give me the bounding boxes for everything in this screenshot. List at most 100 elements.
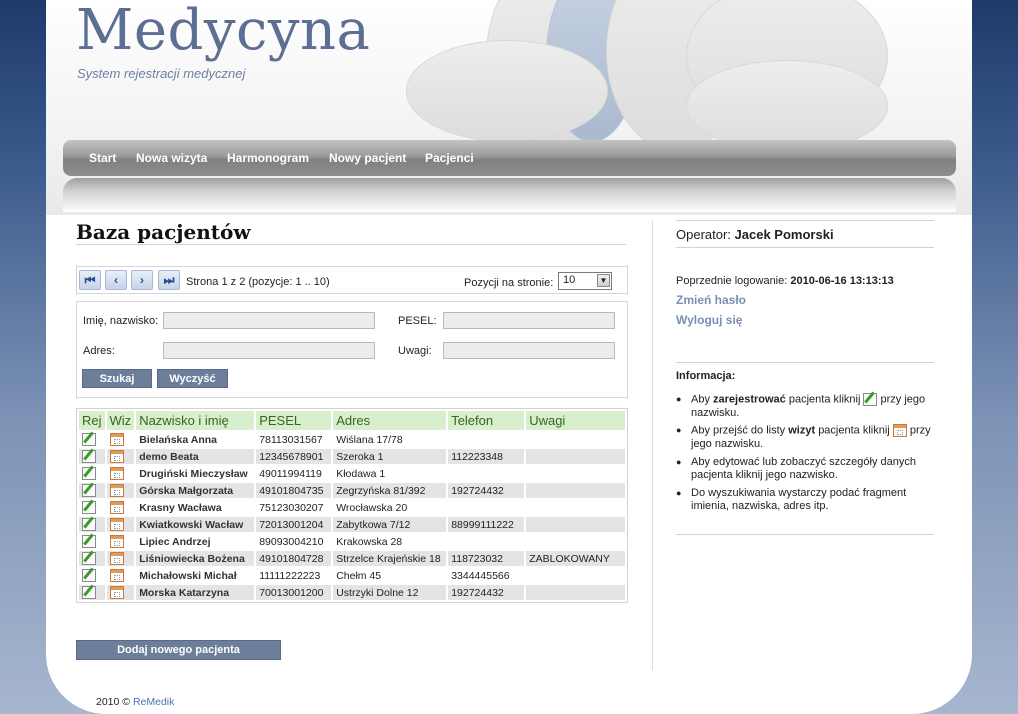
last-login: Poprzednie logowanie: 2010-06-16 13:13:1… [676, 275, 894, 287]
cell-notes [526, 432, 625, 447]
cell-phone: 192724432 [448, 483, 525, 498]
nav-new-visit[interactable]: Nowa wizyta [136, 151, 207, 165]
name-label: Imię, nazwisko: [83, 315, 159, 327]
cell-name[interactable]: Bielańska Anna [136, 432, 254, 447]
cell-visits [106, 449, 135, 464]
cell-phone [448, 432, 524, 447]
operator-name: Jacek Pomorski [734, 227, 834, 242]
cell-register [79, 534, 105, 549]
main-nav: Start Nowa wizyta Harmonogram Nowy pacje… [63, 140, 956, 176]
visits-list-icon[interactable] [109, 569, 124, 582]
visits-list-icon[interactable] [109, 450, 124, 463]
cell-visits [107, 466, 135, 481]
cell-address: Wiślana 17/78 [336, 433, 403, 446]
info-top-divider [676, 362, 934, 363]
address-label: Adres: [83, 345, 115, 357]
info-item-register: Aby zarejestrować pacjenta kliknij przy … [676, 393, 938, 420]
cell-name[interactable]: Lipiec Andrzej [136, 534, 254, 549]
change-password-link[interactable]: Zmień hasło [676, 293, 746, 307]
register-visit-icon[interactable] [82, 484, 96, 497]
operator-divider [676, 247, 934, 248]
name-input[interactable] [163, 312, 375, 329]
table-row: Liśniowiecka Bożena 49101804728 Strzelce K… [79, 551, 625, 566]
site-title: Medycyna [76, 0, 371, 63]
cell-visits [107, 432, 135, 447]
info-title: Informacja: [676, 370, 736, 382]
prev-page-button[interactable]: ‹ [105, 270, 127, 290]
add-patient-button[interactable]: Dodaj nowego pacjenta [76, 640, 281, 660]
cell-name[interactable]: demo Beata [136, 449, 255, 464]
last-page-button[interactable]: ⏭ [158, 270, 180, 290]
footer-link[interactable]: ReMedik [133, 696, 174, 708]
operator-info: Operator: Jacek Pomorski [676, 227, 834, 242]
cell-notes [526, 449, 625, 464]
nav-schedule[interactable]: Harmonogram [227, 151, 309, 165]
clear-button[interactable]: Wyczyść [157, 369, 228, 388]
info-item-visits: Aby przejść do listy wizyt pacjenta klik… [676, 424, 938, 451]
visits-list-icon[interactable] [109, 518, 124, 531]
cell-notes [526, 483, 625, 498]
cell-visits [106, 483, 135, 498]
patients-table: Rej Wiz Nazwisko i imię PESEL Adres Tele… [76, 408, 628, 603]
cell-name[interactable]: Kwiatkowski Wacław [136, 517, 255, 532]
cell-name[interactable]: Morska Katarzyna [136, 585, 255, 600]
cell-visits [106, 585, 135, 600]
nav-start[interactable]: Start [89, 151, 116, 165]
col-register: Rej [79, 411, 105, 430]
register-visit-icon[interactable] [82, 518, 96, 531]
register-visit-icon[interactable] [82, 535, 96, 548]
pesel-input[interactable] [443, 312, 615, 329]
cell-pesel: 89093004210 [259, 535, 324, 548]
chevron-down-icon: ▼ [597, 274, 610, 287]
register-visit-icon[interactable] [82, 501, 96, 514]
cell-pesel: 49011994119 [259, 467, 322, 480]
cell-phone: 3344445566 [451, 569, 510, 582]
register-visit-icon[interactable] [82, 552, 96, 565]
visits-list-icon[interactable] [109, 467, 124, 480]
per-page-label: Pozycji na stronie: [464, 277, 554, 289]
cell-name[interactable]: Michałowski Michał [136, 568, 254, 583]
register-visit-icon[interactable] [82, 450, 96, 463]
visits-list-icon[interactable] [109, 552, 124, 565]
address-input[interactable] [163, 342, 375, 359]
cell-visits [107, 534, 135, 549]
notes-input[interactable] [443, 342, 615, 359]
first-page-button[interactable]: ⏮ [79, 270, 101, 290]
operator-label: Operator: [676, 227, 731, 242]
cell-address: Strzelce Krajeńskie 18 [333, 551, 447, 566]
cell-name[interactable]: Drugiński Mieczysław [136, 466, 254, 481]
visits-list-icon[interactable] [109, 433, 124, 446]
cell-register [79, 585, 105, 600]
cell-notes [526, 568, 625, 583]
cell-pesel: 12345678901 [256, 449, 332, 464]
visits-list-icon[interactable] [109, 586, 124, 599]
register-visit-icon[interactable] [82, 586, 96, 599]
cell-notes [526, 517, 625, 532]
cell-name[interactable]: Górska Małgorzata [136, 483, 255, 498]
visits-list-icon[interactable] [109, 535, 124, 548]
footer: 2010 © ReMedik [96, 696, 174, 708]
nav-patients[interactable]: Pacjenci [425, 151, 474, 165]
table-header-row: Rej Wiz Nazwisko i imię PESEL Adres Tele… [79, 411, 625, 430]
cell-register [79, 432, 105, 447]
cell-register [79, 449, 105, 464]
col-phone: Telefon [448, 411, 525, 430]
search-button[interactable]: Szukaj [82, 369, 152, 388]
notes-label: Uwagi: [398, 345, 432, 357]
logout-link[interactable]: Wyloguj się [676, 313, 742, 327]
visits-list-icon[interactable] [109, 501, 124, 514]
col-visits: Wiz [106, 411, 135, 430]
next-page-button[interactable]: › [131, 270, 153, 290]
visits-list-icon[interactable] [109, 484, 124, 497]
register-visit-icon[interactable] [82, 433, 96, 446]
cell-name[interactable]: Krasny Wacława [136, 500, 254, 515]
register-visit-icon[interactable] [82, 569, 96, 582]
nav-new-patient[interactable]: Nowy pacjent [329, 151, 406, 165]
cell-register [79, 551, 105, 566]
table-row: Drugiński Mieczysław 49011994119 Kłodawa 1 [79, 466, 625, 481]
table-row: Górska Małgorzata 49101804735 Zegrzyńska 8… [79, 483, 625, 498]
per-page-select[interactable]: 10 ▼ [558, 272, 612, 290]
register-visit-icon[interactable] [82, 467, 96, 480]
cell-name[interactable]: Liśniowiecka Bożena [136, 551, 255, 566]
last-login-label: Poprzednie logowanie: [676, 275, 788, 287]
